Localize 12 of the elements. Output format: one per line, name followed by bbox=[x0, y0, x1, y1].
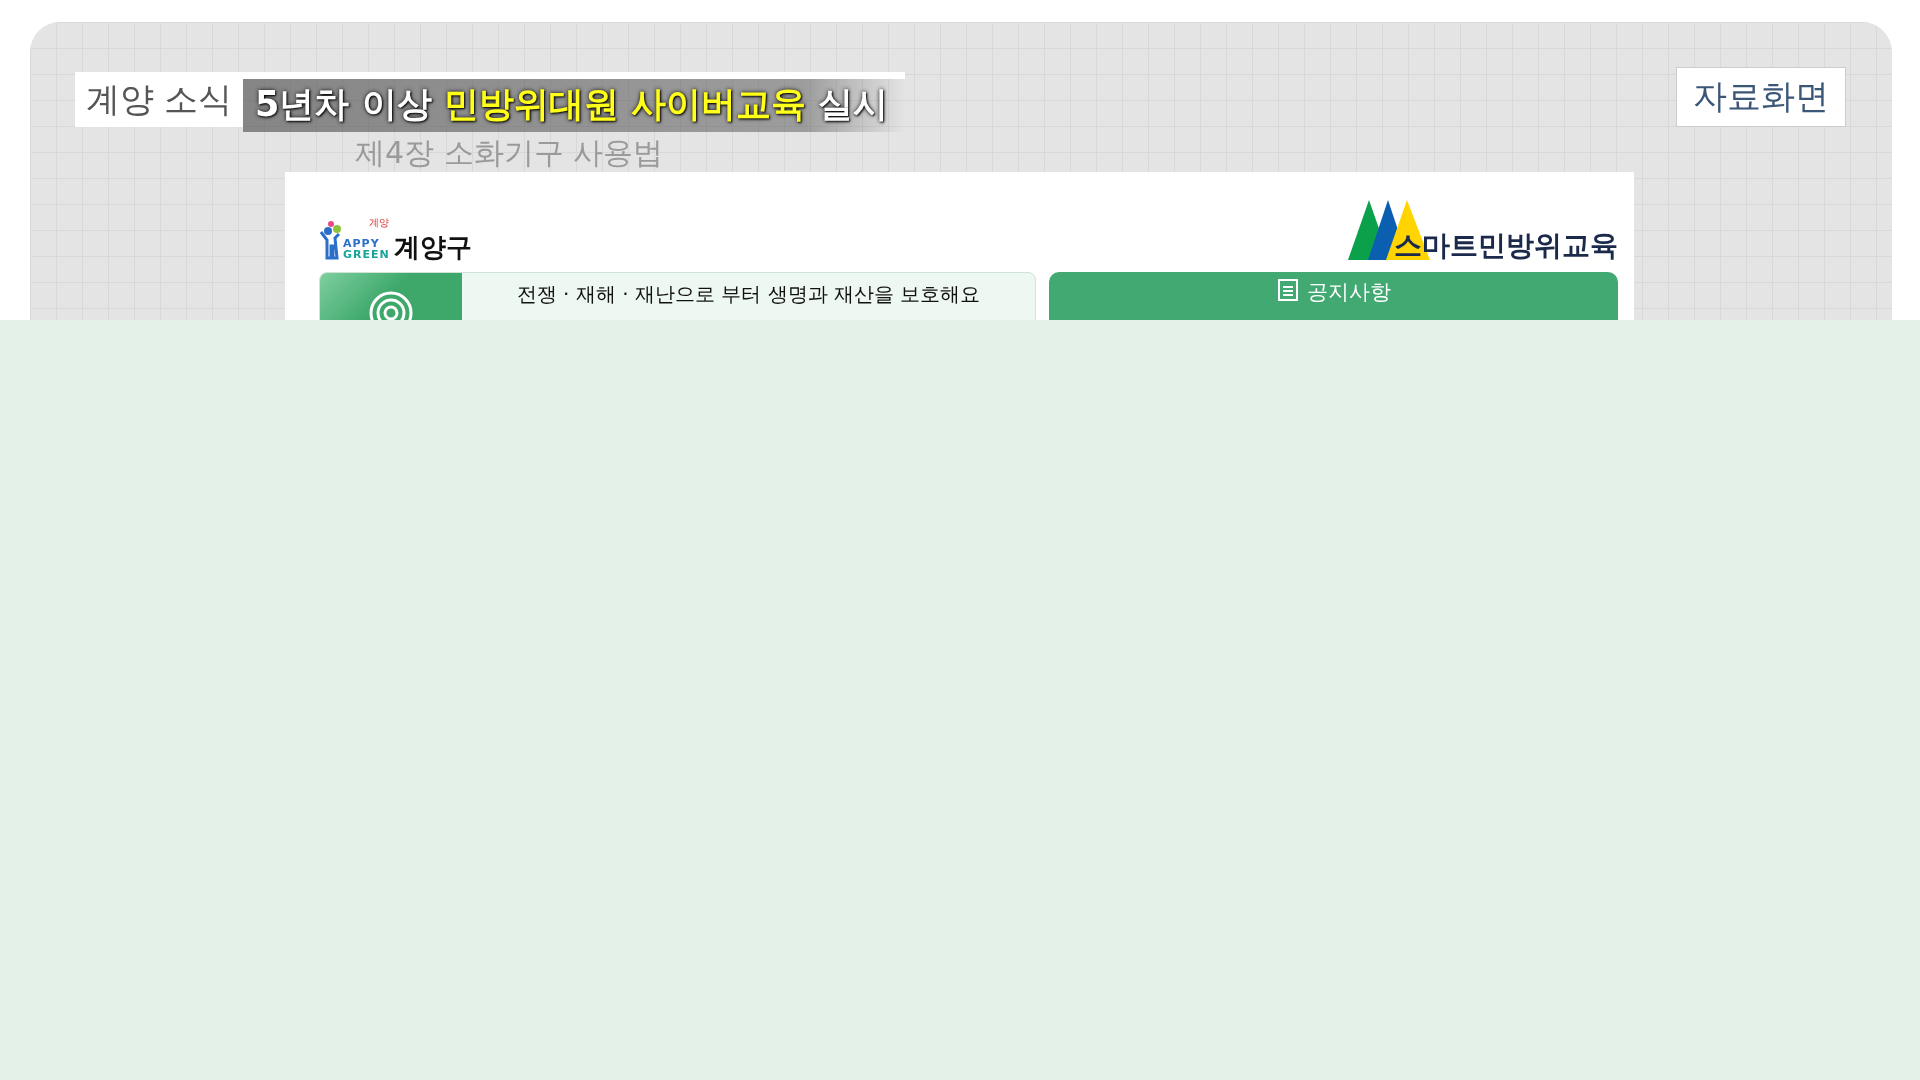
logo-wordmark: APPY bbox=[343, 238, 381, 249]
notice-button[interactable]: 공지사항 bbox=[1049, 272, 1618, 320]
background-subtitle: 제4장 소화기구 사용법 bbox=[355, 134, 665, 172]
logo-wordmark: GREEN bbox=[343, 249, 390, 260]
section-label: 계양 소식 bbox=[75, 72, 243, 127]
person-icon bbox=[319, 220, 341, 260]
document-icon bbox=[1276, 278, 1299, 302]
news-headline: 5년차 이상 민방위대원 사이버교육 실시 bbox=[243, 72, 905, 132]
logo-tag: 계양 bbox=[369, 216, 389, 230]
district-name: 계양구 bbox=[393, 234, 472, 260]
banner-text: 전쟁 · 재해 · 재난으로 부터 생명과 재산을 보호해요 bbox=[515, 281, 982, 308]
archive-footage-badge: 자료화면 bbox=[1676, 67, 1846, 127]
